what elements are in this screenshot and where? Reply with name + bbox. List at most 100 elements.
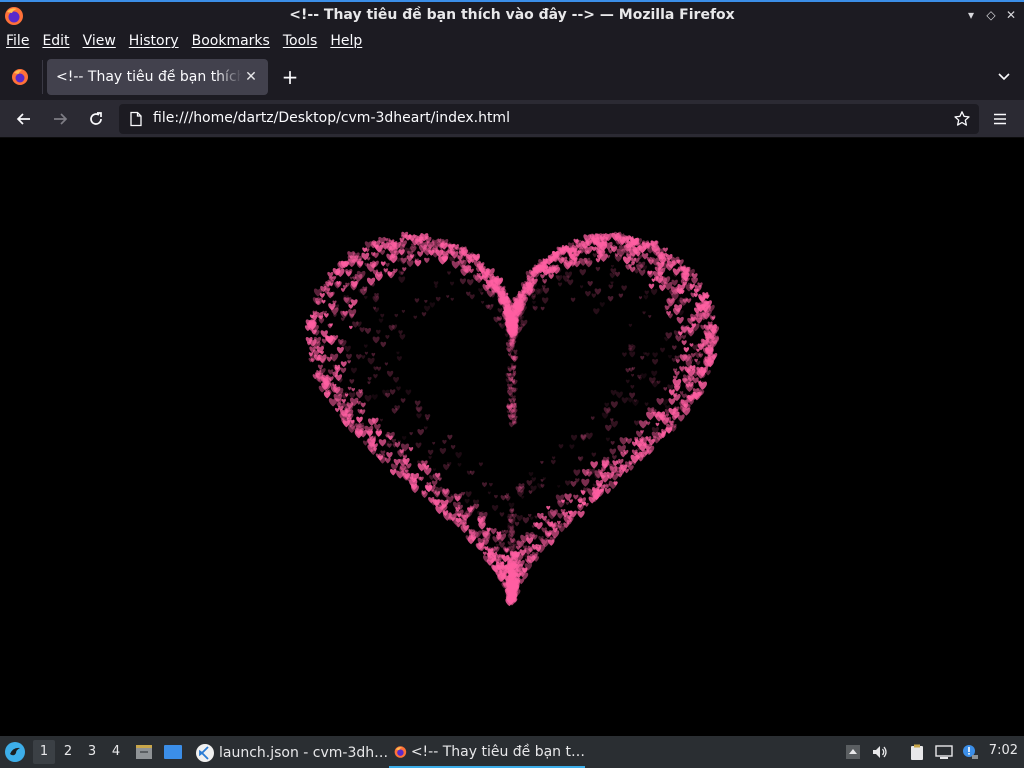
tab-active[interactable]: <!-- Thay tiêu đề bạn thích vào đây --> … (47, 59, 268, 95)
url-text[interactable]: file:///home/dartz/Desktop/cvm-3dheart/i… (153, 110, 510, 126)
app-menu-icon[interactable] (992, 110, 1008, 128)
heart-particle (671, 279, 678, 286)
tray-expand-icon[interactable] (844, 743, 862, 761)
heart-particle (351, 387, 356, 392)
task-firefox[interactable]: <!-- Thay tiêu đề bạn t… (389, 738, 585, 768)
heart-particle (695, 360, 701, 366)
heart-particle (677, 310, 684, 316)
menu-bookmarks[interactable]: Bookmarks (192, 33, 270, 49)
heart-particle (661, 399, 669, 406)
reload-button[interactable] (86, 109, 106, 129)
heart-particle (609, 448, 617, 456)
heart-particle (379, 418, 383, 422)
notifications-icon[interactable] (961, 743, 979, 761)
heart-particle (528, 490, 533, 495)
heart-particle (433, 281, 439, 286)
workspace-1[interactable]: 1 (33, 740, 55, 764)
heart-particle (469, 470, 475, 476)
heart-particle (599, 302, 605, 308)
minimize-button[interactable]: ▾ (964, 8, 978, 22)
clipboard-icon[interactable] (908, 743, 926, 761)
menu-help[interactable]: Help (330, 33, 362, 49)
heart-particle (401, 309, 406, 314)
heart-particle (386, 370, 394, 377)
menu-tools[interactable]: Tools (283, 33, 318, 49)
application-launcher-icon[interactable] (4, 741, 26, 763)
particle-heart (304, 231, 720, 607)
heart-particle (389, 389, 396, 395)
heart-particle (359, 327, 365, 333)
heart-particle (352, 276, 357, 281)
workspace-2[interactable]: 2 (57, 740, 79, 764)
chevron-down-icon[interactable] (996, 68, 1012, 84)
heart-particle (415, 442, 422, 449)
heart-particle (417, 251, 424, 258)
heart-particle (391, 408, 398, 414)
heart-particle (406, 260, 414, 268)
network-icon[interactable] (935, 743, 953, 761)
heart-particle (652, 352, 658, 358)
heart-particle (633, 420, 640, 426)
new-tab-button[interactable]: + (280, 67, 300, 87)
heart-particle (372, 336, 380, 344)
menu-edit[interactable]: Edit (42, 33, 69, 49)
heart-particle (564, 493, 572, 501)
heart-particle (455, 452, 462, 459)
heart-particle (651, 370, 658, 377)
heart-particle (671, 358, 676, 363)
bookmark-star-icon[interactable] (953, 110, 971, 128)
task-vscode[interactable]: launch.json - cvm-3dh… (195, 738, 388, 768)
clock[interactable]: 7:02 (989, 743, 1018, 758)
heart-particle (490, 528, 497, 535)
heart-particle (360, 402, 366, 408)
heart-particle (389, 469, 397, 476)
heart-particle (465, 491, 472, 498)
heart-particle (505, 378, 511, 384)
maximize-button[interactable]: ◇ (984, 8, 998, 22)
firefox-view-icon[interactable] (10, 67, 30, 87)
workspace-4[interactable]: 4 (105, 740, 127, 764)
vscode-icon (196, 744, 214, 762)
heart-particle (671, 345, 677, 350)
forward-button[interactable] (50, 109, 70, 129)
tabbar-separator (42, 60, 43, 94)
heart-particle (364, 351, 368, 355)
back-button[interactable] (14, 109, 34, 129)
volume-icon[interactable] (871, 743, 889, 761)
heart-particle (396, 351, 400, 355)
heart-particle (423, 426, 428, 431)
heart-particle (393, 458, 401, 466)
heart-particle (591, 452, 597, 457)
show-desktop-icon[interactable] (163, 742, 183, 762)
close-tab-icon[interactable]: ✕ (243, 69, 259, 85)
heart-particle (541, 297, 549, 304)
heart-particle (593, 308, 600, 315)
heart-particle (373, 307, 380, 313)
workspace-3[interactable]: 3 (81, 740, 103, 764)
heart-particle (396, 386, 401, 391)
heart-particle (693, 293, 698, 298)
menu-view[interactable]: View (83, 33, 116, 49)
heart-particle (531, 525, 535, 529)
heart-particle (355, 354, 362, 360)
task-label: launch.json - cvm-3dh… (219, 745, 389, 761)
heart-particle (587, 281, 593, 287)
menu-history[interactable]: History (129, 33, 179, 49)
heart-particle (522, 517, 530, 524)
heart-particle (618, 293, 624, 298)
menu-file[interactable]: File (6, 33, 29, 49)
file-manager-icon[interactable] (134, 742, 154, 762)
heart-particle (469, 294, 475, 300)
heart-particle (451, 260, 460, 269)
heart-particle (526, 480, 533, 486)
heart-particle (528, 471, 534, 477)
web-content[interactable] (0, 139, 1024, 736)
heart-particle (660, 347, 665, 353)
heart-particle (642, 311, 646, 315)
close-window-button[interactable]: ✕ (1004, 8, 1018, 22)
heart-particle (409, 431, 413, 436)
heart-particle (405, 389, 412, 396)
url-bar[interactable]: file:///home/dartz/Desktop/cvm-3dheart/i… (119, 104, 979, 134)
heart-particle (345, 353, 352, 360)
heart-particle (620, 451, 627, 458)
